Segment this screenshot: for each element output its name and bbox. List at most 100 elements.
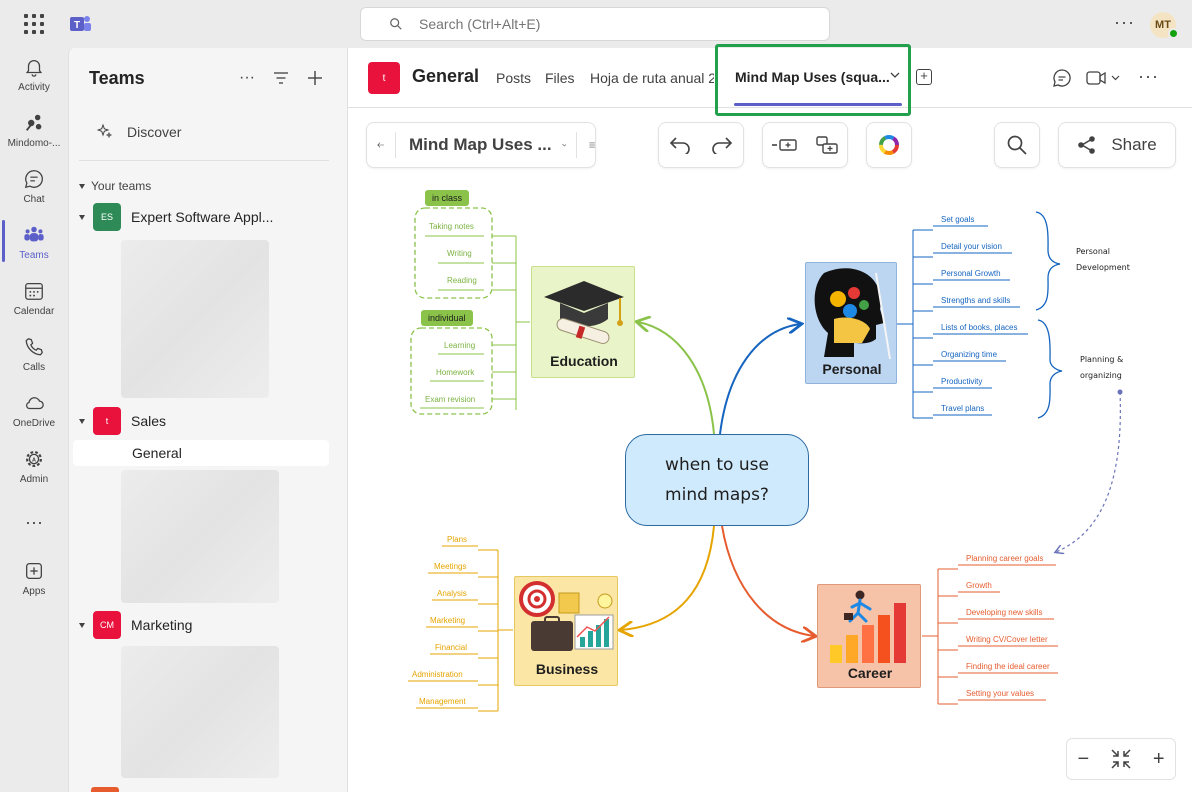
share-icon — [1078, 136, 1096, 154]
leaf-management[interactable]: Management — [419, 697, 466, 706]
leaf-personal-growth[interactable]: Personal Growth — [941, 269, 1001, 278]
color-wheel-icon — [879, 135, 899, 155]
zoom-out-icon[interactable]: − — [1077, 748, 1089, 771]
leaf-analysis[interactable]: Analysis — [437, 589, 467, 598]
team-name: Sales — [131, 413, 167, 429]
rail-activity[interactable]: Activity — [0, 56, 68, 108]
rail-apps[interactable]: Apps — [0, 560, 68, 612]
undo-icon[interactable] — [669, 136, 691, 154]
search-box[interactable] — [360, 7, 830, 41]
rail-admin[interactable]: A Admin — [0, 448, 68, 500]
rail-label: Teams — [19, 250, 49, 261]
rail-onedrive[interactable]: OneDrive — [0, 392, 68, 444]
svg-text:T: T — [74, 20, 80, 31]
hamburger-menu-icon[interactable] — [589, 137, 595, 153]
tab-mind-map[interactable]: Mind Map Uses (squa... — [715, 44, 911, 116]
leaf-financial[interactable]: Financial — [435, 643, 467, 652]
tab-roadmap[interactable]: Hoja de ruta anual 2 — [590, 70, 714, 86]
share-button[interactable]: Share — [1058, 122, 1176, 168]
leaf-set-goals[interactable]: Set goals — [941, 215, 974, 224]
leaf-organizing-time[interactable]: Organizing time — [941, 350, 997, 359]
graduation-cap-icon — [544, 281, 624, 344]
leaf-growth[interactable]: Growth — [966, 581, 992, 590]
teams-logo-icon: T — [70, 16, 91, 31]
chevron-down-icon[interactable] — [890, 71, 900, 79]
leaf-administration[interactable]: Administration — [412, 670, 463, 679]
education-label: Education — [550, 353, 618, 369]
leaf-strengths[interactable]: Strengths and skills — [941, 296, 1010, 305]
blurred-channels — [121, 646, 279, 778]
presence-available-icon — [1168, 28, 1179, 39]
leaf-taking-notes[interactable]: Taking notes — [429, 222, 474, 231]
leaf-developing-skills[interactable]: Developing new skills — [966, 608, 1042, 617]
channel-general[interactable]: General — [73, 440, 329, 466]
central-topic-label: when to use mind maps? — [665, 455, 769, 505]
add-icon[interactable] — [307, 68, 323, 88]
leaf-setting-values[interactable]: Setting your values — [966, 689, 1034, 698]
tab-posts[interactable]: Posts — [496, 70, 531, 86]
back-arrow-icon[interactable] — [377, 135, 385, 155]
label-planning-organizing[interactable]: Planning & organizing — [1080, 352, 1123, 384]
label-personal-development[interactable]: Personal Development — [1076, 244, 1130, 276]
add-sibling-topic-icon[interactable] — [771, 136, 799, 154]
leaf-exam-revision[interactable]: Exam revision — [425, 395, 475, 404]
education-topic[interactable]: Education — [531, 266, 635, 378]
leaf-planning-career-goals[interactable]: Planning career goals — [966, 554, 1043, 563]
calendar-icon — [25, 283, 43, 300]
leaf-detail-vision[interactable]: Detail your vision — [941, 242, 1002, 251]
chevron-down-icon[interactable] — [561, 140, 567, 150]
rail-mindomo[interactable]: Mindomo-... — [0, 112, 68, 164]
fit-to-screen-icon[interactable] — [1110, 748, 1132, 770]
leaf-writing[interactable]: Writing — [447, 249, 472, 258]
career-topic[interactable]: Career — [817, 584, 921, 688]
video-call-icon[interactable] — [1086, 68, 1120, 88]
your-teams-label: Your teams — [91, 179, 152, 193]
more-options-icon[interactable]: ··· — [1114, 12, 1135, 33]
team-expert-software[interactable]: ES Expert Software Appl... — [79, 203, 273, 231]
rail-calls[interactable]: Calls — [0, 336, 68, 388]
more-options-icon[interactable]: ··· — [1138, 66, 1159, 87]
panel-actions: ··· — [239, 68, 323, 88]
business-topic[interactable]: Business — [514, 576, 618, 686]
rail-chat[interactable]: Chat — [0, 168, 68, 220]
leaf-learning[interactable]: Learning — [444, 341, 475, 350]
leaf-marketing[interactable]: Marketing — [430, 616, 465, 625]
add-tab-icon[interactable]: + — [916, 69, 932, 85]
zoom-in-icon[interactable]: + — [1153, 748, 1165, 771]
group-line: organizing — [1080, 371, 1122, 380]
theme-button[interactable] — [866, 122, 912, 168]
search-input[interactable] — [419, 16, 799, 32]
rail-more-apps-icon[interactable]: ··· — [0, 512, 68, 532]
filter-icon[interactable] — [273, 68, 289, 88]
add-subtopic-icon[interactable] — [815, 135, 839, 155]
tag-in-class[interactable]: in class — [425, 190, 470, 206]
redo-icon[interactable] — [711, 136, 733, 154]
more-options-icon[interactable]: ··· — [239, 68, 255, 88]
leaf-plans[interactable]: Plans — [447, 535, 467, 544]
mindmap-search-button[interactable] — [994, 122, 1040, 168]
rail-teams[interactable]: Teams — [0, 224, 68, 276]
leaf-lists[interactable]: Lists of books, places — [941, 323, 1017, 332]
cloud-icon — [26, 397, 44, 410]
team-sales[interactable]: t Sales — [79, 407, 166, 435]
team-marketing[interactable]: CM Marketing — [79, 611, 192, 639]
your-teams-header[interactable]: Your teams — [79, 179, 151, 193]
mindmap-canvas[interactable]: when to use mind maps? Education in clas… — [348, 170, 1192, 730]
business-chart-icon — [519, 581, 614, 651]
tab-files[interactable]: Files — [545, 70, 575, 86]
leaf-homework[interactable]: Homework — [436, 368, 474, 377]
personal-topic[interactable]: Personal — [805, 262, 897, 384]
rail-calendar[interactable]: Calendar — [0, 280, 68, 332]
discover-link[interactable]: Discover — [97, 124, 181, 140]
leaf-travel-plans[interactable]: Travel plans — [941, 404, 984, 413]
leaf-reading[interactable]: Reading — [447, 276, 477, 285]
tag-individual[interactable]: individual — [421, 310, 473, 326]
app-launcher-icon[interactable] — [22, 12, 46, 36]
leaf-meetings[interactable]: Meetings — [434, 562, 466, 571]
central-topic[interactable]: when to use mind maps? — [625, 434, 809, 526]
leaf-writing-cv[interactable]: Writing CV/Cover letter — [966, 635, 1048, 644]
leaf-productivity[interactable]: Productivity — [941, 377, 982, 386]
leaf-finding-career[interactable]: Finding the ideal career — [966, 662, 1050, 671]
conversation-icon[interactable] — [1052, 68, 1072, 88]
mindmap-title[interactable]: Mind Map Uses ... — [409, 135, 552, 155]
